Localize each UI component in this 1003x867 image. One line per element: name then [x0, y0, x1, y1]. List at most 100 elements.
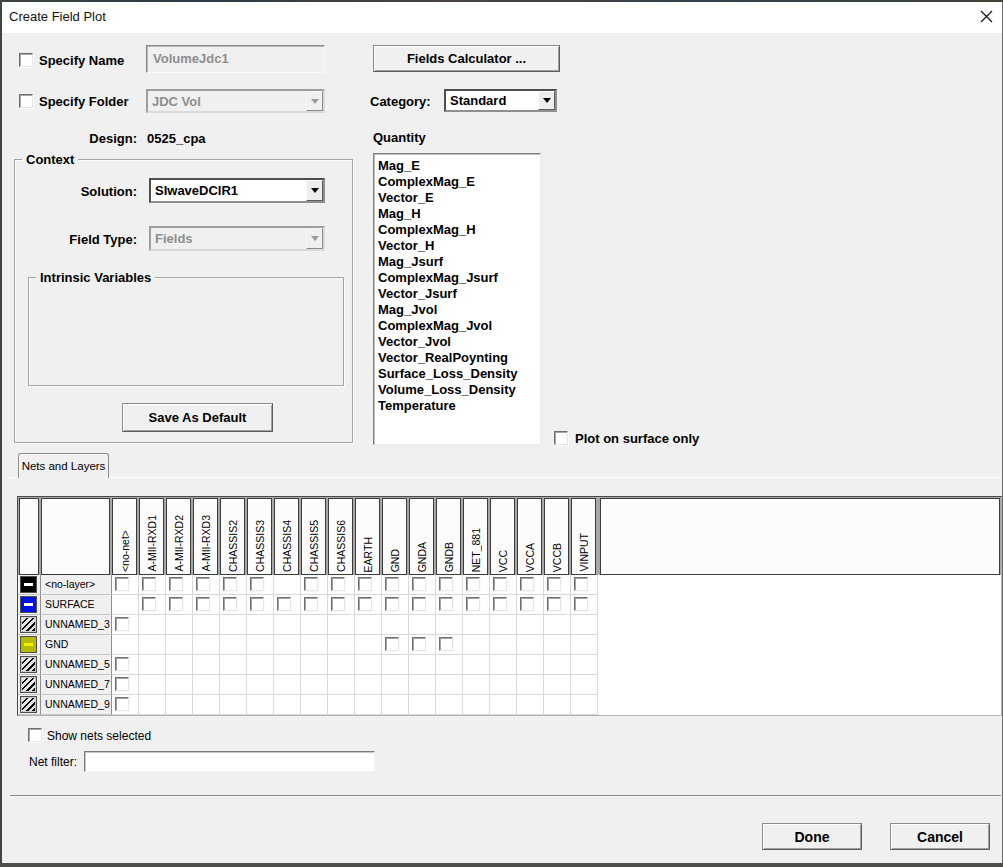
net-layer-checkbox[interactable] [520, 577, 534, 591]
net-column-header[interactable]: A-MII-RXD3 [193, 498, 218, 575]
net-layer-cell[interactable] [571, 695, 598, 715]
net-layer-cell[interactable] [463, 655, 490, 675]
net-layer-cell[interactable] [463, 675, 490, 695]
cancel-button[interactable]: Cancel [890, 823, 990, 850]
net-layer-cell[interactable] [301, 695, 328, 715]
quantity-item[interactable]: Vector_H [374, 238, 540, 254]
net-layer-cell[interactable] [274, 635, 301, 655]
net-layer-cell[interactable] [220, 695, 247, 715]
quantity-item[interactable]: Vector_Jsurf [374, 286, 540, 302]
plot-name-input[interactable]: VolumeJdc1 [146, 45, 325, 73]
layer-row-label[interactable]: UNNAMED_9 [41, 695, 112, 715]
layer-row-label[interactable]: UNNAMED_7 [41, 675, 112, 695]
net-layer-checkbox[interactable] [412, 577, 426, 591]
net-filter-input[interactable] [84, 751, 375, 772]
net-layer-cell[interactable] [571, 675, 598, 695]
net-column-header[interactable]: NET_881 [463, 498, 488, 575]
net-layer-cell[interactable] [328, 695, 355, 715]
net-layer-cell[interactable] [355, 655, 382, 675]
net-layer-cell[interactable] [193, 615, 220, 635]
net-layer-cell[interactable] [328, 575, 355, 595]
net-layer-cell[interactable] [382, 635, 409, 655]
net-layer-checkbox[interactable] [331, 577, 345, 591]
net-layer-checkbox[interactable] [142, 577, 156, 591]
net-layer-cell[interactable] [220, 595, 247, 615]
net-layer-cell[interactable] [112, 695, 139, 715]
net-layer-cell[interactable] [166, 635, 193, 655]
net-layer-cell[interactable] [355, 615, 382, 635]
net-layer-cell[interactable] [193, 635, 220, 655]
net-layer-cell[interactable] [517, 655, 544, 675]
net-layer-checkbox[interactable] [115, 677, 129, 691]
field-type-combo[interactable]: Fields [149, 226, 325, 251]
net-layer-cell[interactable] [193, 675, 220, 695]
net-layer-checkbox[interactable] [142, 597, 156, 611]
net-column-header[interactable]: A-MII-RXD1 [139, 498, 164, 575]
net-layer-checkbox[interactable] [493, 597, 507, 611]
net-layer-cell[interactable] [436, 695, 463, 715]
net-layer-cell[interactable] [355, 635, 382, 655]
net-layer-cell[interactable] [301, 595, 328, 615]
net-layer-cell[interactable] [166, 595, 193, 615]
net-layer-cell[interactable] [490, 595, 517, 615]
net-layer-cell[interactable] [247, 655, 274, 675]
net-layer-cell[interactable] [193, 655, 220, 675]
net-layer-cell[interactable] [166, 695, 193, 715]
net-layer-cell[interactable] [247, 695, 274, 715]
net-layer-cell[interactable] [382, 595, 409, 615]
net-layer-cell[interactable] [517, 595, 544, 615]
net-layer-checkbox[interactable] [439, 597, 453, 611]
net-layer-cell[interactable] [112, 635, 139, 655]
net-layer-cell[interactable] [409, 595, 436, 615]
quantity-item[interactable]: Mag_Jsurf [374, 254, 540, 270]
layer-row-label[interactable]: GND [41, 635, 112, 655]
net-layer-cell[interactable] [139, 575, 166, 595]
net-layer-checkbox[interactable] [331, 597, 345, 611]
net-layer-checkbox[interactable] [412, 597, 426, 611]
net-layer-cell[interactable] [166, 615, 193, 635]
net-column-header[interactable]: CHASSIS5 [301, 498, 326, 575]
net-layer-cell[interactable] [436, 575, 463, 595]
close-icon[interactable] [979, 9, 994, 24]
folder-combo-arrow[interactable] [306, 91, 323, 111]
net-column-header[interactable]: EARTH [355, 498, 380, 575]
net-column-header[interactable]: GNDA [409, 498, 434, 575]
net-layer-cell[interactable] [112, 595, 139, 615]
net-layer-checkbox[interactable] [385, 597, 399, 611]
net-layer-cell[interactable] [247, 615, 274, 635]
net-layer-cell[interactable] [409, 575, 436, 595]
quantity-item[interactable]: ComplexMag_Jvol [374, 318, 540, 334]
quantity-item[interactable]: ComplexMag_Jsurf [374, 270, 540, 286]
net-layer-cell[interactable] [112, 575, 139, 595]
net-column-header[interactable]: GND [382, 498, 407, 575]
net-layer-checkbox[interactable] [223, 597, 237, 611]
net-column-header[interactable]: CHASSIS6 [328, 498, 353, 575]
net-layer-cell[interactable] [517, 575, 544, 595]
net-layer-cell[interactable] [490, 655, 517, 675]
net-layer-cell[interactable] [355, 675, 382, 695]
net-layer-cell[interactable] [544, 615, 571, 635]
net-layer-cell[interactable] [301, 635, 328, 655]
net-column-header[interactable]: VCCA [517, 498, 542, 575]
net-layer-cell[interactable] [328, 595, 355, 615]
net-layer-checkbox[interactable] [250, 577, 264, 591]
plot-on-surface-checkbox[interactable] [554, 431, 568, 445]
net-layer-cell[interactable] [247, 595, 274, 615]
net-layer-cell[interactable] [274, 615, 301, 635]
net-layer-cell[interactable] [355, 595, 382, 615]
net-layer-cell[interactable] [490, 635, 517, 655]
net-layer-cell[interactable] [409, 615, 436, 635]
net-layer-checkbox[interactable] [520, 597, 534, 611]
quantity-item[interactable]: Mag_Jvol [374, 302, 540, 318]
folder-combo[interactable]: JDC Vol [146, 89, 325, 113]
done-button[interactable]: Done [762, 823, 862, 850]
net-layer-cell[interactable] [139, 595, 166, 615]
net-layer-cell[interactable] [274, 675, 301, 695]
net-layer-cell[interactable] [247, 675, 274, 695]
quantity-item[interactable]: Surface_Loss_Density [374, 366, 540, 382]
net-layer-cell[interactable] [517, 615, 544, 635]
net-layer-checkbox[interactable] [385, 637, 399, 651]
net-layer-cell[interactable] [544, 635, 571, 655]
net-layer-cell[interactable] [544, 575, 571, 595]
net-layer-checkbox[interactable] [196, 577, 210, 591]
